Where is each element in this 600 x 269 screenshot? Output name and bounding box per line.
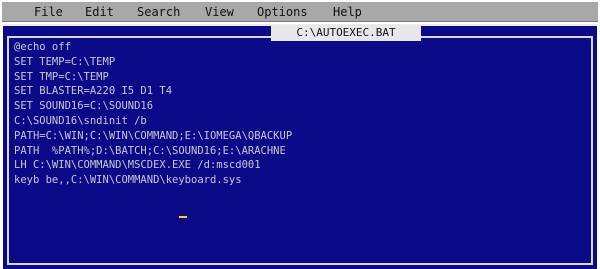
menu-file[interactable]: File [34, 5, 63, 19]
code-line[interactable]: SET TMP=C:\TEMP [14, 70, 292, 85]
code-line[interactable]: C:\SOUND16\sndinit /b [14, 114, 292, 129]
code-line[interactable]: LH C:\WIN\COMMAND\MSCDEX.EXE /d:mscd001 [14, 158, 292, 173]
code-line[interactable]: SET TEMP=C:\TEMP [14, 55, 292, 70]
code-line[interactable]: PATH %PATH%;D:\BATCH;C:\SOUND16;E:\ARACH… [14, 144, 292, 159]
menu-options[interactable]: Options [257, 5, 308, 19]
menu-help[interactable]: Help [333, 5, 362, 19]
menu-view[interactable]: View [205, 5, 234, 19]
menu-edit[interactable]: Edit [85, 5, 114, 19]
code-line[interactable]: PATH=C:\WIN;C:\WIN\COMMAND;E:\IOMEGA\QBA… [14, 129, 292, 144]
code-line[interactable]: SET BLASTER=A220 I5 D1 T4 [14, 84, 292, 99]
menu-bar: File Edit Search View Options Help [2, 2, 598, 22]
editor-text-area[interactable]: @echo off SET TEMP=C:\TEMP SET TMP=C:\TE… [14, 40, 292, 188]
file-title: C:\AUTOEXEC.BAT [271, 25, 421, 41]
text-cursor [179, 216, 187, 218]
code-line[interactable]: @echo off [14, 40, 292, 55]
code-line[interactable]: SET SOUND16=C:\SOUND16 [14, 99, 292, 114]
code-line[interactable]: keyb be,,C:\WIN\COMMAND\keyboard.sys [14, 173, 292, 188]
menu-search[interactable]: Search [137, 5, 180, 19]
